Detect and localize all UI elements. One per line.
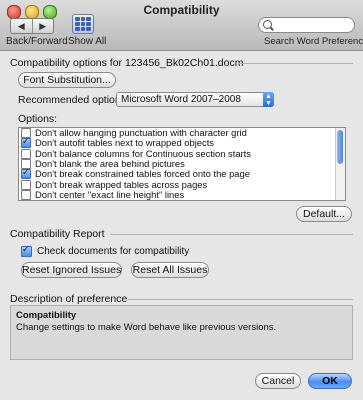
show-all-label[interactable]: Show All [68,36,106,47]
section-divider [110,234,353,235]
option-checkbox[interactable] [21,148,31,159]
option-label[interactable]: Don't break constrained tables forced on… [35,169,250,179]
recommended-options-value: Microsoft Word 2007–2008 [121,94,241,105]
search-icon [263,20,272,29]
option-checkbox[interactable] [21,167,31,180]
recommended-options-select[interactable]: Microsoft Word 2007–2008 ▲ ▼ [116,92,274,107]
show-all-icon[interactable] [72,14,94,34]
scroll-thumb[interactable] [337,130,343,164]
back-forward-control: ◀ ▶ [10,18,54,34]
option-checkbox[interactable] [21,179,31,190]
section-divider [128,299,353,300]
check-documents-label[interactable]: Check documents for compatibility [37,246,189,257]
ok-button[interactable]: OK [308,373,352,389]
option-row[interactable]: Don't break constrained tables forced on… [19,167,345,180]
options-label: Options: [18,113,58,125]
reset-all-issues-button[interactable]: Reset All Issues [131,262,209,278]
options-section-title: Compatibility options for 123456_Bk02Ch0… [10,57,244,69]
options-list[interactable]: Don't allow hanging punctuation with cha… [18,127,346,201]
cancel-button[interactable]: Cancel [255,373,301,389]
option-label[interactable]: Don't center "exact line height" lines [35,189,184,200]
compatibility-window: Compatibility ◀ ▶ Back/Forward Show All … [0,0,363,400]
option-checkbox[interactable] [21,189,31,200]
font-substitution-button[interactable]: Font Substitution... [18,72,116,88]
description-heading: Compatibility [16,310,77,321]
window-title: Compatibility [143,3,220,17]
preferences-content: Compatibility options for 123456_Bk02Ch0… [0,51,363,400]
search-input[interactable] [258,17,355,33]
search-caption: Search Word Preferences [264,36,363,47]
description-section-title: Description of preference [10,293,128,305]
reset-ignored-issues-button[interactable]: Reset Ignored Issues [21,262,122,278]
option-checkbox[interactable] [21,136,31,149]
report-section-title: Compatibility Report [10,228,105,240]
section-divider [238,63,353,64]
description-box: Compatibility Change settings to make Wo… [10,305,353,360]
check-documents-option[interactable]: Check documents for compatibility [21,244,189,257]
back-arrow-icon[interactable]: ◀ [11,19,33,33]
toolbar: Compatibility ◀ ▶ Back/Forward Show All … [0,0,363,51]
default-button[interactable]: Default... [296,206,352,222]
forward-arrow-icon[interactable]: ▶ [33,19,54,33]
option-label[interactable]: Don't autofit tables next to wrapped obj… [35,138,214,148]
option-row[interactable]: Don't center "exact line height" lines [19,189,345,200]
description-text: Change settings to make Word behave like… [16,322,277,333]
check-documents-checkbox[interactable] [21,244,32,257]
back-forward-label: Back/Forward [6,36,68,47]
popup-arrows-icon: ▲ ▼ [263,92,274,107]
options-scrollbar[interactable] [335,128,345,200]
